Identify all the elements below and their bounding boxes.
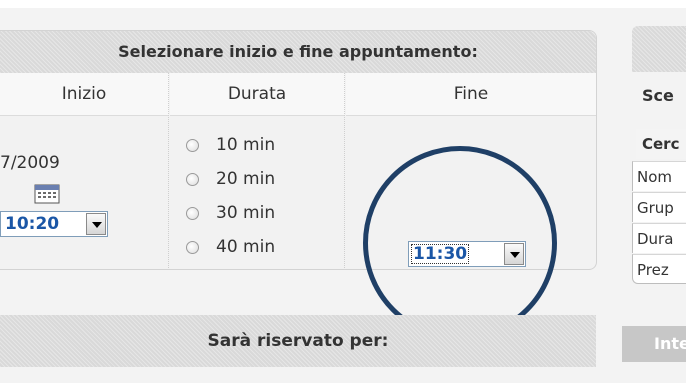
right-panel-row: Dura xyxy=(632,223,686,253)
highlight-circle xyxy=(363,146,557,340)
radio-button[interactable] xyxy=(186,207,199,220)
durata-cell: 10 min 20 min 30 min 40 min xyxy=(170,115,345,268)
start-date: 7/2009 xyxy=(0,153,60,173)
start-time-value: 10:20 xyxy=(5,214,60,234)
right-panel: Sce Cerc Nom Grup Dura Prez xyxy=(632,26,686,309)
right-panel-title: Sce xyxy=(642,86,674,105)
right-panel-row: Nom xyxy=(632,161,686,191)
radio-button[interactable] xyxy=(186,139,199,152)
column-header-durata: Durata xyxy=(170,73,345,116)
right-panel-row: Grup xyxy=(632,192,686,222)
start-time-select[interactable]: 10:20 xyxy=(0,211,108,237)
column-header-inizio: Inizio xyxy=(0,73,169,116)
right-bottom-header: Inte xyxy=(622,326,686,362)
right-panel-subheader: Cerc xyxy=(636,129,686,159)
right-panel-header xyxy=(632,26,686,72)
duration-label: 20 min xyxy=(216,169,276,189)
duration-label: 40 min xyxy=(216,237,276,257)
inizio-cell: 7/2009 10:20 xyxy=(0,115,169,268)
right-panel-row: Prez xyxy=(632,254,686,284)
calendar-icon[interactable] xyxy=(34,184,60,204)
top-strip xyxy=(0,0,686,8)
chevron-down-icon[interactable] xyxy=(86,213,106,235)
column-header-fine: Fine xyxy=(346,73,596,116)
radio-button[interactable] xyxy=(186,173,199,186)
duration-label: 30 min xyxy=(216,203,276,223)
radio-button[interactable] xyxy=(186,241,199,254)
duration-label: 10 min xyxy=(216,135,276,155)
panel-header: Selezionare inizio e fine appuntamento: xyxy=(0,31,596,73)
reserve-header: Sarà riservato per: xyxy=(0,315,596,367)
